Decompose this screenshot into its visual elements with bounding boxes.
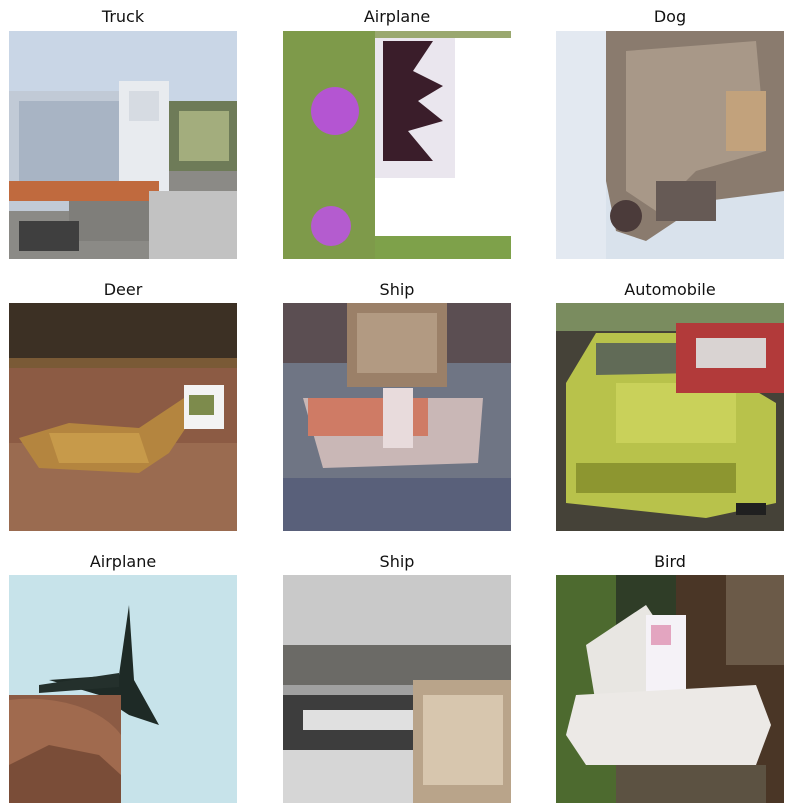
tile-title-truck: Truck	[101, 7, 145, 26]
bird-image	[556, 575, 784, 803]
tile-title-dog: Dog	[653, 7, 687, 26]
dog-image	[556, 31, 784, 259]
tile-image-deer	[9, 303, 237, 531]
airplane-image-1	[283, 31, 511, 259]
tile-image-truck	[9, 31, 237, 259]
automobile-image	[556, 303, 784, 531]
tile-title-deer: Deer	[103, 280, 143, 299]
tile-title-airplane-1: Airplane	[363, 7, 431, 26]
ship-image-2	[283, 575, 511, 803]
airplane-image-2	[9, 575, 237, 803]
truck-image	[9, 31, 237, 259]
tile-title-ship-2: Ship	[379, 552, 415, 571]
tile-title-ship-1: Ship	[379, 280, 415, 299]
tile-image-airplane-2	[9, 575, 237, 803]
tile-image-airplane-1	[283, 31, 511, 259]
tile-image-bird	[556, 575, 784, 803]
tile-image-automobile	[556, 303, 784, 531]
deer-image	[9, 303, 237, 531]
tile-title-automobile: Automobile	[624, 280, 716, 299]
tile-image-ship-1	[283, 303, 511, 531]
tile-image-ship-2	[283, 575, 511, 803]
tile-image-dog	[556, 31, 784, 259]
tile-title-bird: Bird	[654, 552, 686, 571]
ship-image-1	[283, 303, 511, 531]
tile-title-airplane-2: Airplane	[89, 552, 157, 571]
